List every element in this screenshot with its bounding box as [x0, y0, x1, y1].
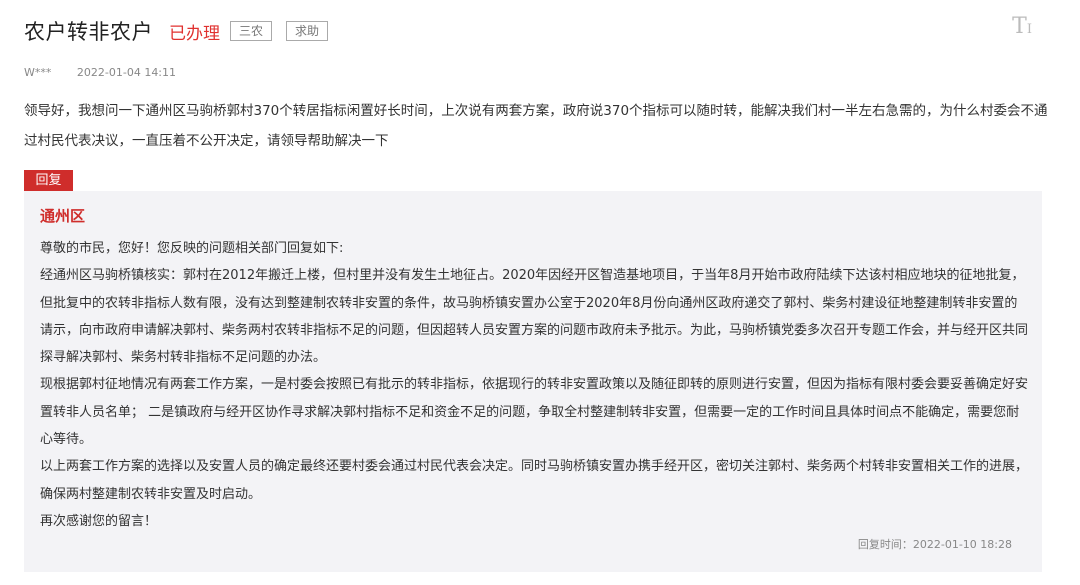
reply-paragraph: 以上两套工作方案的选择以及安置人员的确定最终还要村委会通过村民代表会决定。同时马… — [40, 459, 1029, 502]
question-text: 领导好，我想问一下通州区马驹桥郭村370个转居指标闲置好长时间，上次说有两套方案… — [24, 103, 1048, 149]
post-date: 2022-01-04 14:11 — [76, 66, 177, 79]
reply-paragraph: 现根据郭村征地情况有两套工作方案，一是村委会按照已有批示的转非指标，依据现行的转… — [40, 377, 1029, 448]
reply-paragraph: 经通州区马驹桥镇核实：郭村在2012年搬迁上楼，但村里并没有发生土地征占。202… — [40, 268, 1029, 366]
reply-time: 回复时间：2022-01-10 18:28 — [857, 538, 1012, 551]
reply-paragraph: 再次感谢您的留言！ — [40, 513, 158, 529]
reply-body: 尊敬的市民，您好！您反映的问题相关部门回复如下: 经通州区马驹桥镇核实：郭村在2… — [40, 235, 1030, 535]
header: 农户转非农户 已办理 三农 求助 — [24, 16, 329, 46]
tag-qiuzhu[interactable]: 求助 — [286, 21, 329, 41]
reply-department: 通州区 — [40, 207, 86, 225]
font-size-icon[interactable]: TI — [1012, 14, 1032, 39]
meta-info: W*** 2022-01-04 14:11 — [24, 66, 176, 79]
status-label: 已办理 — [169, 23, 220, 44]
page-title: 农户转非农户 — [24, 20, 153, 44]
author-name: W*** — [24, 66, 52, 79]
reply-paragraph: 尊敬的市民，您好！您反映的问题相关部门回复如下: — [40, 241, 344, 256]
reply-badge: 回复 — [24, 170, 73, 191]
reply-panel: 通州区 尊敬的市民，您好！您反映的问题相关部门回复如下: 经通州区马驹桥镇核实：… — [24, 191, 1042, 572]
tag-sannong[interactable]: 三农 — [230, 21, 273, 41]
